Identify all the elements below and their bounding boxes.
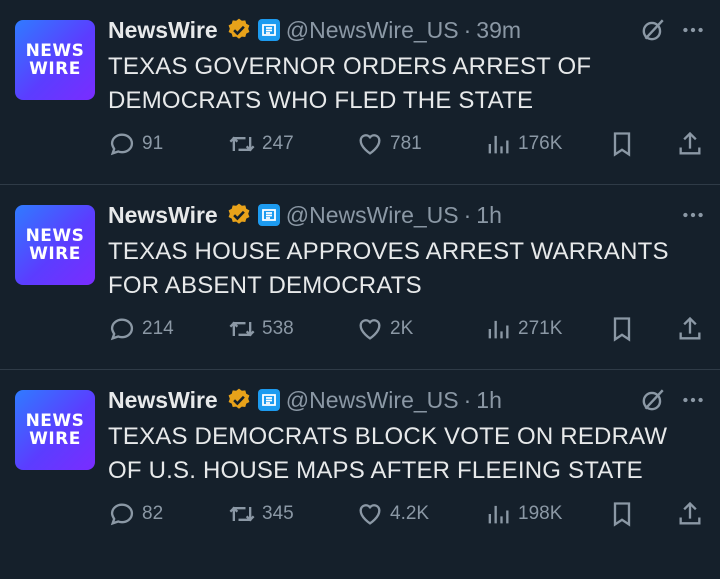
- reply-icon: [110, 133, 134, 156]
- avatar-text-line2: WIRE: [29, 429, 81, 449]
- tweet-text: TEXAS DEMOCRATS BLOCK VOTE ON REDRAW OF …: [108, 423, 668, 484]
- avatar-text-line2: WIRE: [29, 244, 81, 264]
- action-bar: 91 247 781 176K: [108, 128, 701, 160]
- separator-dot: ·: [463, 16, 472, 43]
- views-icon: [488, 320, 509, 339]
- tweet-text: TEXAS HOUSE APPROVES ARREST WARRANTS FOR…: [108, 238, 669, 299]
- grok-icon[interactable]: [640, 17, 666, 43]
- reply-count: 91: [142, 133, 164, 154]
- reply-button[interactable]: 214: [108, 313, 174, 345]
- more-icon[interactable]: [680, 202, 706, 228]
- views-count: 198K: [518, 503, 563, 524]
- display-name[interactable]: NewsWire: [108, 17, 218, 44]
- tweet-header: NewsWire @NewsWire_US · 1h: [108, 382, 706, 418]
- bookmark-button[interactable]: [608, 313, 636, 345]
- repost-button[interactable]: 538: [228, 313, 294, 345]
- share-icon: [679, 316, 701, 340]
- affiliate-badge-icon: [257, 204, 280, 226]
- views-icon: [488, 505, 509, 524]
- avatar-text-line1: NEWS: [25, 226, 85, 246]
- more-icon[interactable]: [680, 387, 706, 413]
- repost-count: 345: [262, 503, 294, 524]
- views-button[interactable]: 198K: [484, 498, 562, 530]
- separator-dot: ·: [463, 201, 472, 228]
- reply-button[interactable]: 91: [108, 128, 163, 160]
- views-icon: [488, 135, 509, 154]
- tweet-header: NewsWire @NewsWire_US · 39m: [108, 12, 706, 48]
- heart-icon: [359, 319, 381, 340]
- repost-icon: [229, 506, 255, 522]
- tweet[interactable]: NEWS WIRE NewsWire @NewsWire_US · 1h TEX…: [0, 370, 720, 555]
- timeline: NEWS WIRE NewsWire @NewsWire_US · 39m TE…: [0, 0, 720, 555]
- share-button[interactable]: [676, 498, 704, 530]
- timestamp[interactable]: 39m: [476, 17, 521, 44]
- repost-count: 247: [262, 133, 294, 154]
- reply-button[interactable]: 82: [108, 498, 163, 530]
- reply-icon: [110, 318, 134, 341]
- share-icon: [679, 131, 701, 155]
- affiliate-badge-icon: [257, 389, 280, 411]
- reply-count: 214: [142, 318, 174, 339]
- avatar[interactable]: NEWS WIRE: [15, 205, 95, 285]
- timestamp[interactable]: 1h: [476, 387, 502, 414]
- like-button[interactable]: 781: [356, 128, 422, 160]
- repost-icon: [229, 136, 255, 152]
- reply-icon: [110, 503, 134, 526]
- avatar[interactable]: NEWS WIRE: [15, 390, 95, 470]
- share-button[interactable]: [676, 128, 704, 160]
- views-button[interactable]: 271K: [484, 313, 562, 345]
- bookmark-icon: [613, 317, 631, 342]
- timestamp[interactable]: 1h: [476, 202, 502, 229]
- tweet[interactable]: NEWS WIRE NewsWire @NewsWire_US · 1h TEX…: [0, 185, 720, 370]
- like-button[interactable]: 2K: [356, 313, 413, 345]
- action-bar: 82 345 4.2K 198K: [108, 498, 701, 530]
- reply-count: 82: [142, 503, 164, 524]
- repost-count: 538: [262, 318, 294, 339]
- handle[interactable]: @NewsWire_US: [286, 17, 459, 44]
- avatar-text-line1: NEWS: [25, 411, 85, 431]
- like-count: 2K: [390, 318, 414, 339]
- handle[interactable]: @NewsWire_US: [286, 387, 459, 414]
- bookmark-button[interactable]: [608, 498, 636, 530]
- heart-icon: [359, 134, 381, 155]
- bookmark-button[interactable]: [608, 128, 636, 160]
- like-count: 4.2K: [390, 503, 430, 524]
- action-bar: 214 538 2K 271K: [108, 313, 701, 345]
- repost-button[interactable]: 247: [228, 128, 294, 160]
- avatar[interactable]: NEWS WIRE: [15, 20, 95, 100]
- verified-badge-icon: [228, 203, 250, 224]
- tweet-header: NewsWire @NewsWire_US · 1h: [108, 197, 706, 233]
- views-count: 271K: [518, 318, 563, 339]
- avatar-text-line1: NEWS: [25, 41, 85, 61]
- tweet[interactable]: NEWS WIRE NewsWire @NewsWire_US · 39m TE…: [0, 0, 720, 185]
- repost-icon: [229, 321, 255, 337]
- heart-icon: [359, 504, 381, 525]
- affiliate-badge-icon: [257, 19, 280, 41]
- verified-badge-icon: [228, 388, 250, 409]
- display-name[interactable]: NewsWire: [108, 387, 218, 414]
- tweet-text: TEXAS GOVERNOR ORDERS ARREST OF DEMOCRAT…: [108, 53, 592, 114]
- display-name[interactable]: NewsWire: [108, 202, 218, 229]
- separator-dot: ·: [463, 386, 472, 413]
- like-button[interactable]: 4.2K: [356, 498, 429, 530]
- verified-badge-icon: [228, 18, 250, 39]
- handle[interactable]: @NewsWire_US: [286, 202, 459, 229]
- repost-button[interactable]: 345: [228, 498, 294, 530]
- like-count: 781: [390, 133, 422, 154]
- bookmark-icon: [613, 132, 631, 157]
- avatar-text-line2: WIRE: [29, 59, 81, 79]
- views-count: 176K: [518, 133, 563, 154]
- more-icon[interactable]: [680, 17, 706, 43]
- share-icon: [679, 501, 701, 525]
- grok-icon[interactable]: [640, 387, 666, 413]
- share-button[interactable]: [676, 313, 704, 345]
- views-button[interactable]: 176K: [484, 128, 562, 160]
- bookmark-icon: [613, 502, 631, 527]
